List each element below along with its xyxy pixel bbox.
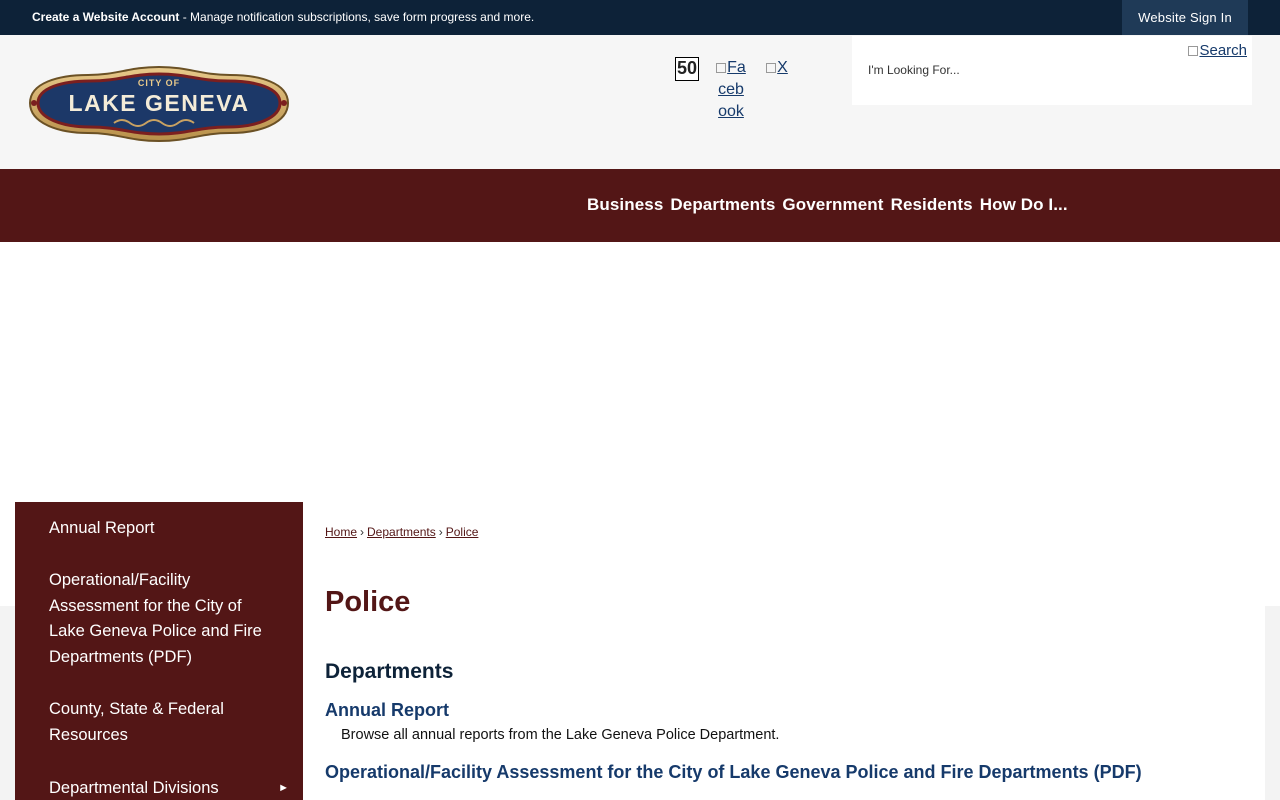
search-alt-text: Search: [1199, 42, 1247, 59]
breadcrumb-separator: ›: [438, 525, 443, 539]
site-header: CITY OF LAKE GENEVA 50 Facebook X Search: [0, 35, 1280, 169]
sidebar-item-resources[interactable]: County, State & Federal Resources: [49, 697, 269, 748]
logo-rivet-left: [31, 100, 37, 106]
create-account-link[interactable]: Create a Website Account: [32, 10, 179, 24]
search-input[interactable]: [868, 58, 1168, 82]
broken-image-icon: [1188, 46, 1199, 57]
breadcrumb-police[interactable]: Police: [446, 525, 479, 539]
sidebar-item-departmental-divisions[interactable]: Departmental Divisions: [49, 776, 269, 800]
sidebar-nav: Annual Report Operational/Facility Asses…: [15, 502, 303, 800]
facebook-icon[interactable]: Facebook: [716, 57, 746, 123]
website-sign-in-button[interactable]: Website Sign In: [1122, 0, 1248, 35]
nav-item-government[interactable]: Government: [782, 195, 883, 215]
content-panel: [303, 502, 1265, 800]
annual-report-description: Browse all annual reports from the Lake …: [341, 727, 780, 743]
operational-assessment-link[interactable]: Operational/Facility Assessment for the …: [325, 762, 1142, 783]
search-button[interactable]: Search: [1188, 42, 1247, 59]
fifty-icon[interactable]: 50: [675, 57, 699, 81]
breadcrumb-departments[interactable]: Departments: [367, 525, 436, 539]
main-navigation: Business Departments Government Resident…: [0, 169, 1280, 242]
create-account-description: - Manage notification subscriptions, sav…: [179, 10, 535, 24]
search-box: Search: [852, 36, 1252, 105]
sidebar-item-operational-assessment[interactable]: Operational/Facility Assessment for the …: [49, 568, 269, 670]
logo-small-text: CITY OF: [138, 78, 180, 88]
nav-item-how-do-i[interactable]: How Do I...: [980, 195, 1068, 215]
breadcrumb: Home › Departments › Police: [325, 525, 478, 539]
nav-item-residents[interactable]: Residents: [891, 195, 973, 215]
nav-items: Business Departments Government Resident…: [587, 195, 1068, 215]
city-logo[interactable]: CITY OF LAKE GENEVA: [18, 61, 300, 145]
sidebar-item-annual-report[interactable]: Annual Report: [49, 516, 269, 542]
create-account-banner[interactable]: Create a Website Account - Manage notifi…: [32, 10, 534, 24]
breadcrumb-separator: ›: [360, 525, 365, 539]
logo-rivet-right: [281, 100, 287, 106]
broken-image-icon: [766, 62, 777, 73]
broken-image-icon: [716, 62, 727, 73]
right-triangle-icon[interactable]: ►: [278, 782, 289, 794]
breadcrumb-home[interactable]: Home: [325, 525, 357, 539]
top-bar: Create a Website Account - Manage notifi…: [0, 0, 1280, 35]
x-alt-text: X: [777, 59, 788, 76]
nav-item-business[interactable]: Business: [587, 195, 663, 215]
nav-item-departments[interactable]: Departments: [670, 195, 775, 215]
logo-main-text: LAKE GENEVA: [69, 90, 250, 116]
x-social-icon[interactable]: X: [762, 57, 792, 79]
section-title: Departments: [325, 660, 454, 683]
annual-report-link[interactable]: Annual Report: [325, 700, 449, 721]
page-title: Police: [325, 586, 411, 618]
